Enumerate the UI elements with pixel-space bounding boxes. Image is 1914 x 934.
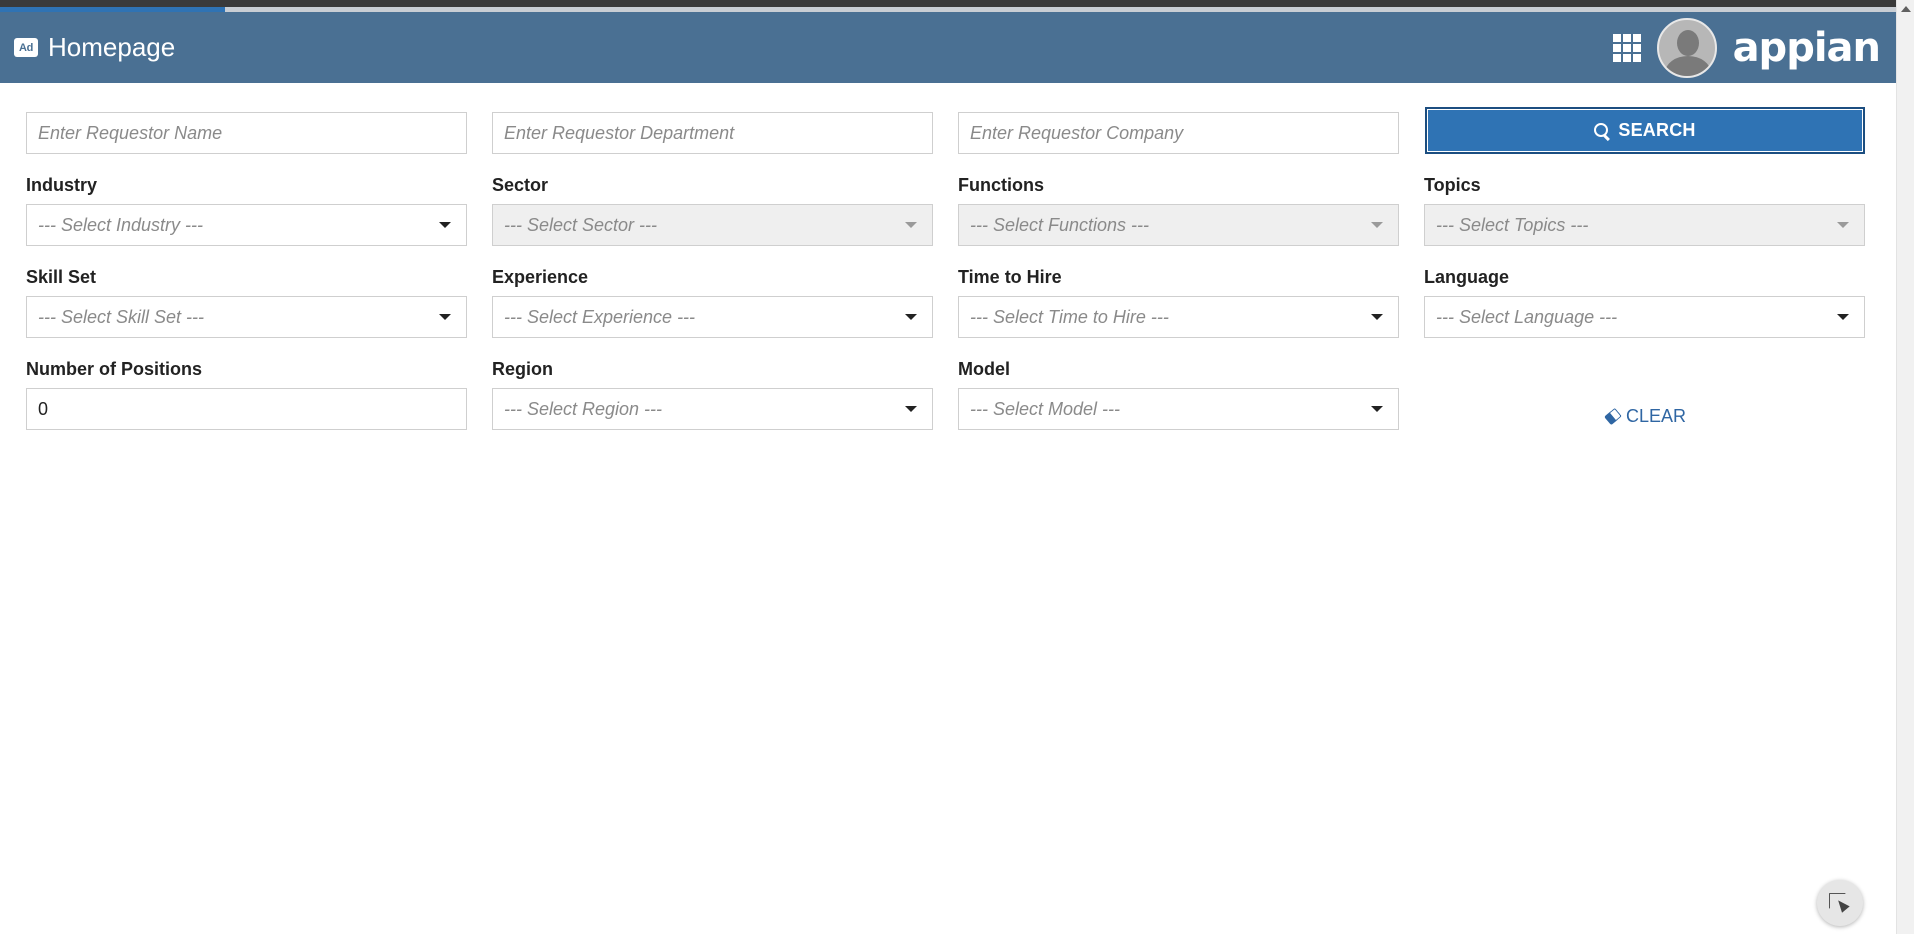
- search-button[interactable]: SEARCH: [1425, 107, 1865, 154]
- requestor-name-placeholder: Enter Requestor Name: [38, 122, 223, 143]
- requestor-company-input[interactable]: Enter Requestor Company: [958, 112, 1399, 154]
- chevron-down-icon: [905, 406, 917, 412]
- experience-label: Experience: [492, 267, 589, 287]
- eraser-icon: [1604, 407, 1622, 424]
- region-dropdown[interactable]: --- Select Region ---: [492, 388, 933, 430]
- top-progress-strip: [0, 0, 1896, 12]
- skill-set-label: Skill Set: [26, 267, 97, 287]
- appian-logo: appian: [1732, 24, 1881, 71]
- sector-dropdown: --- Select Sector ---: [492, 204, 933, 246]
- header-right: appian: [1612, 17, 1881, 78]
- time-to-hire-dropdown[interactable]: --- Select Time to Hire ---: [958, 296, 1399, 338]
- topics-label: Topics: [1424, 175, 1481, 195]
- search-icon: [1594, 122, 1610, 139]
- header-left: Ad Homepage: [14, 32, 175, 63]
- cursor-select-icon: [1829, 893, 1851, 913]
- page-title: Homepage: [48, 32, 176, 62]
- chevron-down-icon: [1371, 222, 1383, 228]
- model-label: Model: [958, 359, 1010, 379]
- requestor-company-placeholder: Enter Requestor Company: [970, 122, 1184, 143]
- region-label: Region: [492, 359, 553, 379]
- requestor-name-input[interactable]: Enter Requestor Name: [26, 112, 467, 154]
- chevron-down-icon: [905, 222, 917, 228]
- chevron-down-icon: [1371, 406, 1383, 412]
- requestor-department-input[interactable]: Enter Requestor Department: [492, 112, 933, 154]
- skill-set-dropdown-value: --- Select Skill Set ---: [38, 306, 205, 327]
- clear-button-label: CLEAR: [1626, 405, 1687, 426]
- topics-dropdown-value: --- Select Topics ---: [1436, 214, 1589, 235]
- vertical-scrollbar[interactable]: [1896, 0, 1914, 934]
- floating-action-button[interactable]: [1817, 880, 1863, 926]
- chevron-down-icon: [1837, 314, 1849, 320]
- language-label: Language: [1424, 267, 1510, 287]
- requestor-department-placeholder: Enter Requestor Department: [504, 122, 735, 143]
- chevron-down-icon: [905, 314, 917, 320]
- search-button-label: SEARCH: [1618, 120, 1696, 140]
- topics-dropdown: --- Select Topics ---: [1424, 204, 1865, 246]
- time-to-hire-dropdown-value: --- Select Time to Hire ---: [970, 306, 1169, 327]
- user-avatar[interactable]: [1656, 17, 1717, 78]
- model-dropdown[interactable]: --- Select Model ---: [958, 388, 1399, 430]
- scroll-up-arrow-icon[interactable]: [1897, 0, 1914, 18]
- time-to-hire-label: Time to Hire: [958, 267, 1062, 287]
- chevron-down-icon: [439, 314, 451, 320]
- experience-dropdown-value: --- Select Experience ---: [504, 306, 696, 327]
- sector-label: Sector: [492, 175, 549, 195]
- sector-dropdown-value: --- Select Sector ---: [504, 214, 658, 235]
- chevron-down-icon: [1371, 314, 1383, 320]
- industry-label: Industry: [26, 175, 98, 195]
- functions-dropdown: --- Select Functions ---: [958, 204, 1399, 246]
- apps-grid-icon[interactable]: [1612, 33, 1641, 62]
- functions-label: Functions: [958, 175, 1044, 195]
- functions-dropdown-value: --- Select Functions ---: [970, 214, 1150, 235]
- experience-dropdown[interactable]: --- Select Experience ---: [492, 296, 933, 338]
- number-of-positions-label: Number of Positions: [26, 359, 203, 379]
- number-of-positions-value: 0: [38, 398, 49, 419]
- chevron-down-icon: [439, 222, 451, 228]
- number-of-positions-input[interactable]: 0: [26, 388, 467, 430]
- language-dropdown-value: --- Select Language ---: [1436, 306, 1618, 327]
- clear-button[interactable]: CLEAR: [1606, 404, 1686, 428]
- model-dropdown-value: --- Select Model ---: [970, 398, 1121, 419]
- app-header: Ad Homepage appian: [0, 12, 1896, 83]
- chevron-down-icon: [1837, 222, 1849, 228]
- skill-set-dropdown[interactable]: --- Select Skill Set ---: [26, 296, 467, 338]
- app-badge-icon: Ad: [14, 38, 38, 57]
- industry-dropdown[interactable]: --- Select Industry ---: [26, 204, 467, 246]
- language-dropdown[interactable]: --- Select Language ---: [1424, 296, 1865, 338]
- industry-dropdown-value: --- Select Industry ---: [38, 214, 204, 235]
- region-dropdown-value: --- Select Region ---: [504, 398, 663, 419]
